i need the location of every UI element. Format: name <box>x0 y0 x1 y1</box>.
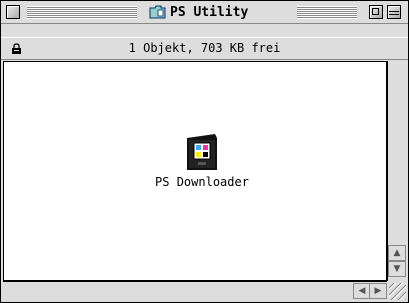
zoom-box-icon[interactable] <box>369 5 383 19</box>
info-bar: 1 Objekt, 703 KB frei <box>1 37 408 60</box>
folder-icon <box>149 5 166 19</box>
title-bar[interactable]: PS Utility <box>1 1 408 24</box>
close-box-icon[interactable] <box>6 5 20 19</box>
scroll-up-icon[interactable]: ▲ <box>388 245 406 261</box>
horizontal-scrollbar[interactable]: ◀ ▶ <box>3 281 387 301</box>
collapse-box-icon[interactable] <box>387 5 401 19</box>
vertical-scrollbar[interactable]: ▲ ▼ <box>387 61 407 281</box>
title-stripes <box>297 6 357 19</box>
scroll-right-icon[interactable]: ▶ <box>369 283 387 299</box>
window-content[interactable]: PS Downloader <box>3 61 387 281</box>
title-stripes <box>27 6 137 19</box>
file-label[interactable]: PS Downloader <box>114 175 290 189</box>
window-title-text: PS Utility <box>170 4 249 20</box>
window-title: PS Utility <box>145 4 297 20</box>
status-text: 1 Objekt, 703 KB frei <box>128 41 281 55</box>
scroll-down-icon[interactable]: ▼ <box>388 261 406 277</box>
application-icon[interactable] <box>185 132 219 172</box>
finder-window: PS Utility 1 Objekt, 703 KB frei PS Down… <box>0 0 409 303</box>
resize-handle[interactable] <box>389 283 406 300</box>
